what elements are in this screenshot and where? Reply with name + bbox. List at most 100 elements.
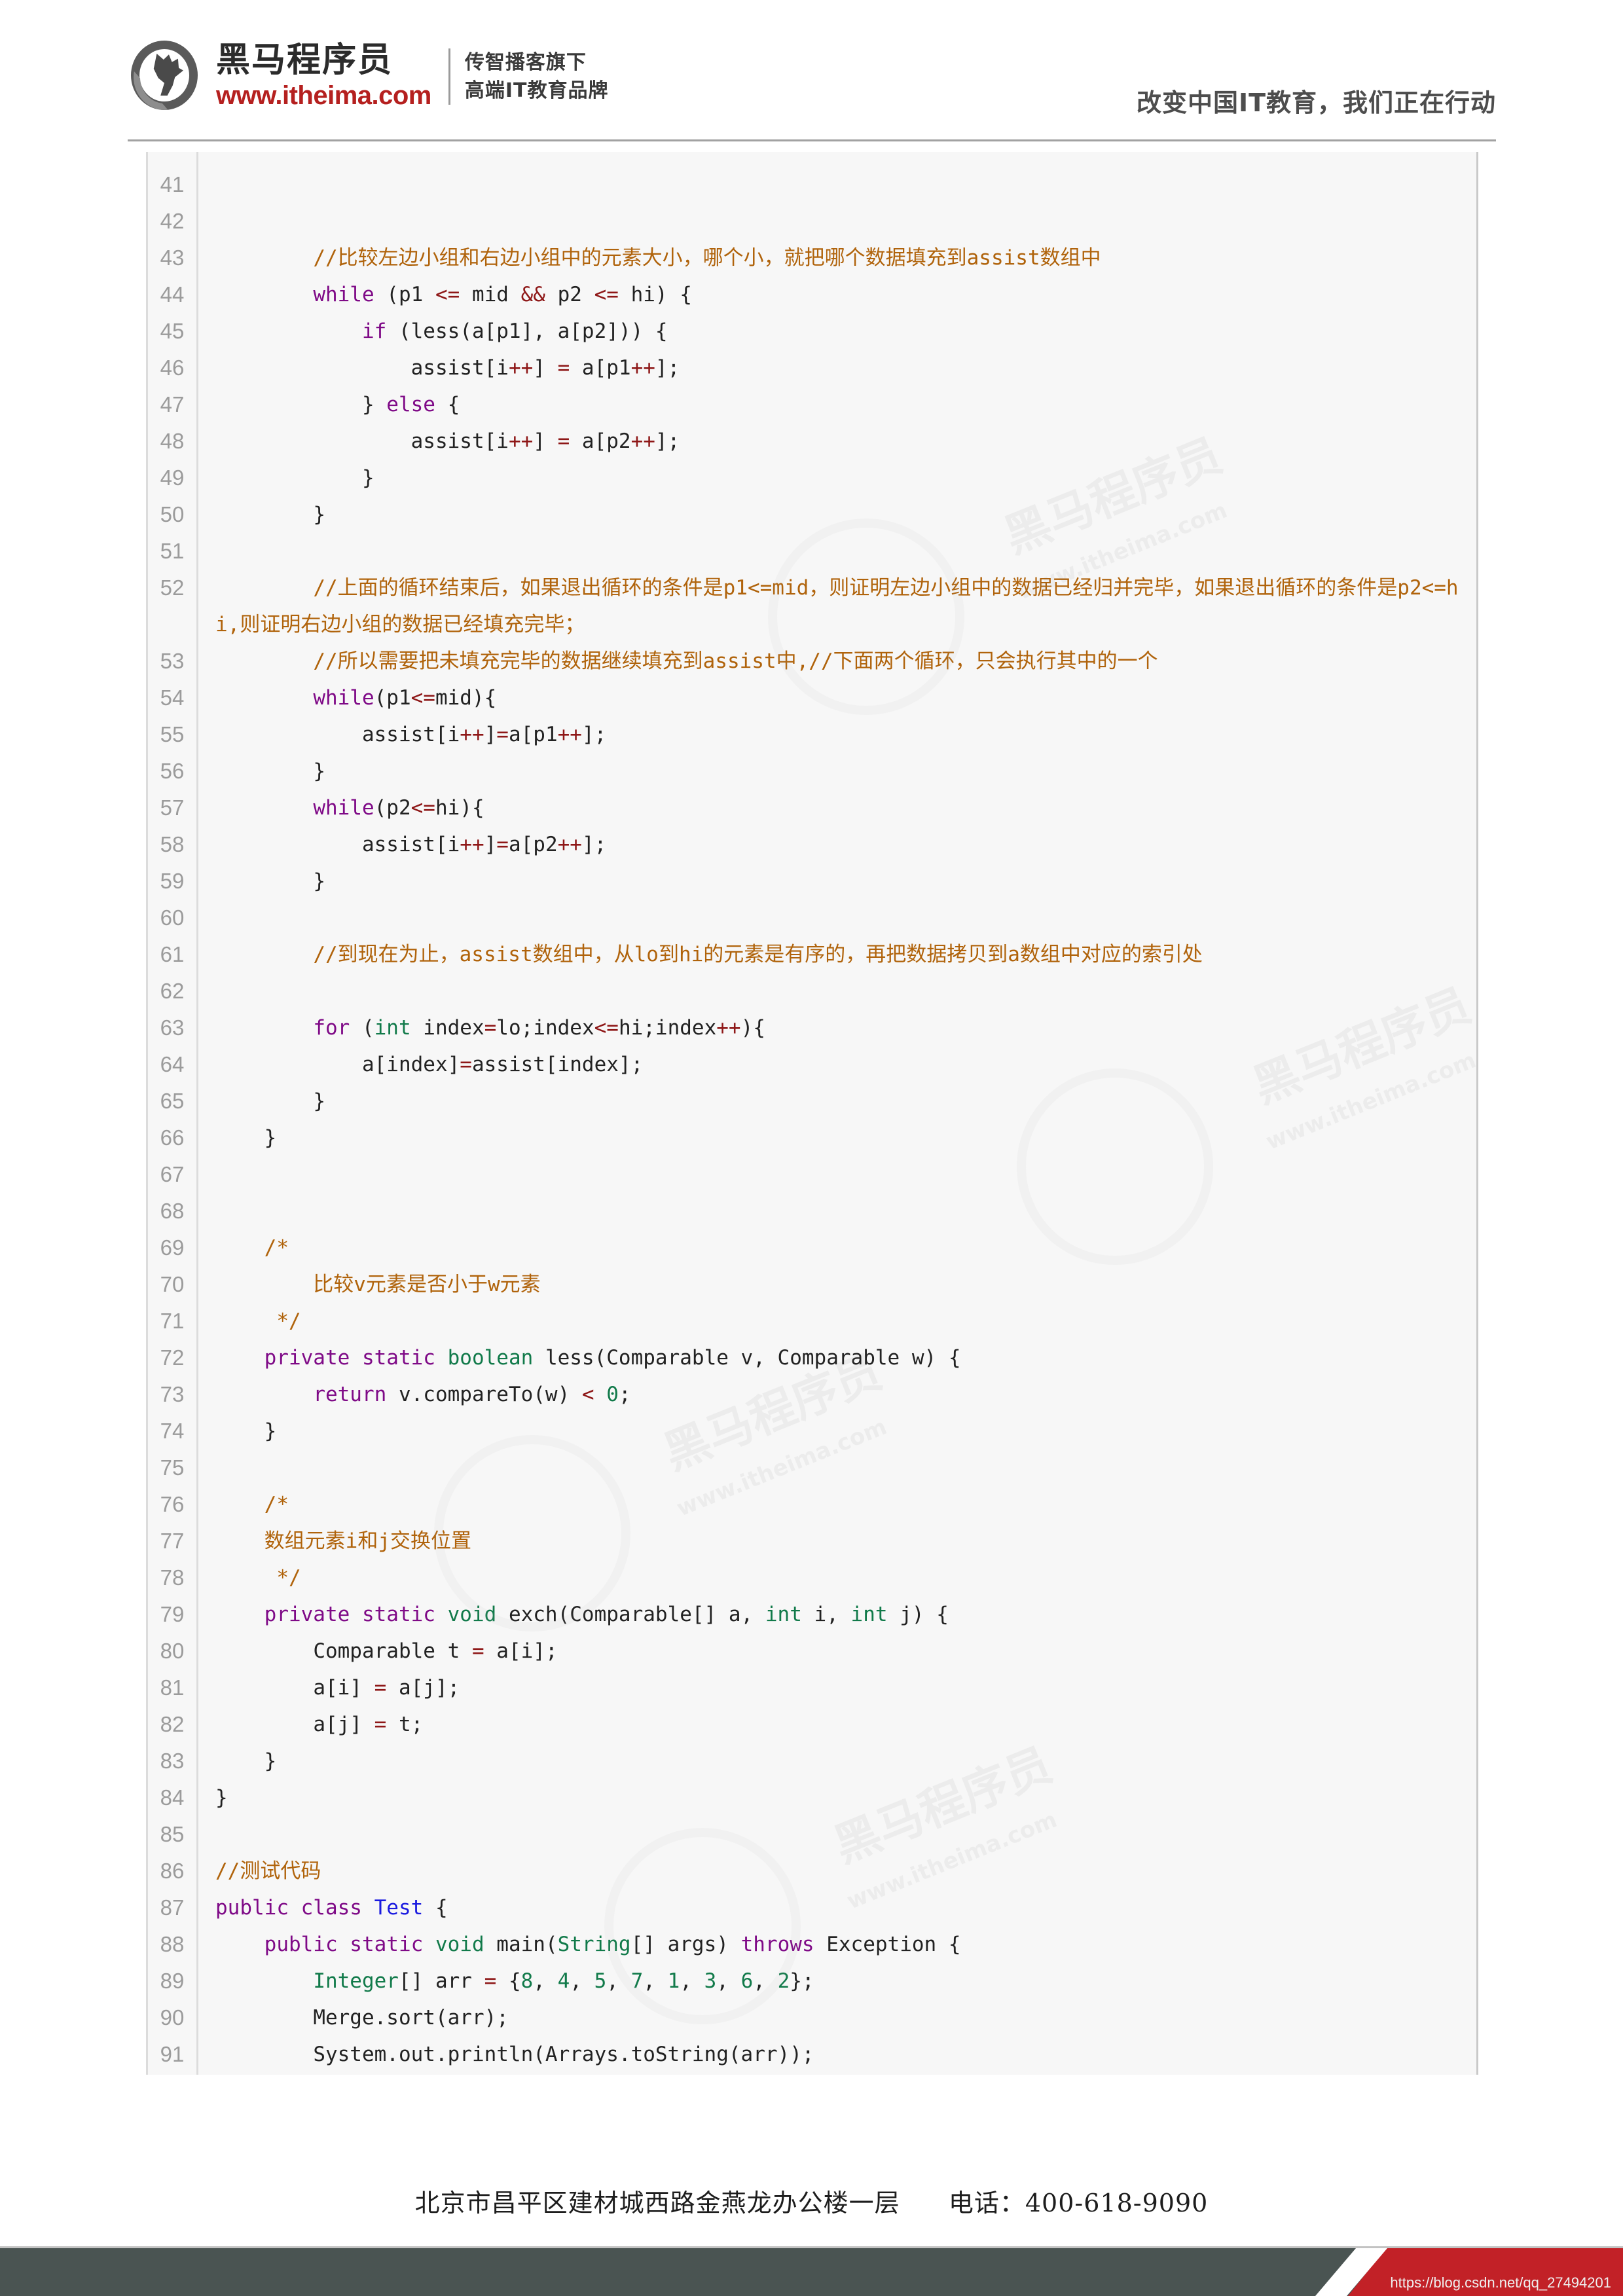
code-line[interactable]: } [215,1743,1476,1779]
code-line[interactable]: a[index]=assist[index]; [215,1046,1476,1083]
code-line[interactable] [215,166,1476,203]
line-number: 91 [160,2042,185,2066]
line-number: 88 [160,1932,185,1956]
code-line[interactable] [215,973,1476,1010]
code-line[interactable]: Merge.sort(arr); [215,1999,1476,2036]
line-number: 62 [160,979,185,1003]
line-number: 70 [160,1272,185,1296]
code-line[interactable]: assist[i++] = a[p1++]; [215,350,1476,386]
code-line[interactable]: if (less(a[p1], a[p2])) { [215,313,1476,350]
code-line[interactable]: } [215,1120,1476,1156]
line-number: 89 [160,1969,185,1993]
line-number: 67 [160,1162,185,1186]
brand-name: 黑马程序员 [216,41,393,81]
line-number: 43 [160,246,185,270]
line-number: 82 [160,1712,185,1736]
line-number: 45 [160,319,185,343]
brand-tagline-line2: 高端IT教育品牌 [464,79,609,102]
code-line[interactable]: /* [215,1486,1476,1523]
source-url: https://blog.csdn.net/qq_27494201 [1390,2274,1611,2291]
code-line[interactable]: public static void main(String[] args) t… [215,1926,1476,1963]
line-number: 81 [160,1675,185,1700]
code-line[interactable]: System.out.println(Arrays.toString(arr))… [215,2036,1476,2073]
footer-phone: 400-618-9090 [1025,2189,1209,2217]
line-number: 58 [160,832,185,856]
code-line[interactable]: Integer[] arr = {8, 4, 5, 7, 1, 3, 6, 2}… [215,1963,1476,1999]
code-line[interactable] [215,1816,1476,1853]
code-line[interactable]: } [215,1083,1476,1120]
code-line[interactable]: while(p2<=hi){ [215,790,1476,826]
line-number: 52 [160,575,185,600]
code-line[interactable]: assist[i++]=a[p2++]; [215,826,1476,863]
footer-phone-label: 电话： [948,2189,1025,2217]
line-number-gutter: 41 42 43 44 45 46 47 48 49 50 51 52 53 54 55 56 57 58 59 60… [146,152,198,2075]
code-line[interactable]: */ [215,1303,1476,1339]
line-number: 85 [160,1822,185,1846]
code-line[interactable]: 数组元素i和j交换位置 [215,1523,1476,1559]
code-line[interactable] [215,1193,1476,1230]
line-number: 87 [160,1895,185,1920]
code-line[interactable]: } else { [215,386,1476,423]
line-number: 64 [160,1052,185,1076]
code-line[interactable]: } [215,460,1476,496]
code-line[interactable]: } [215,753,1476,790]
code-line-spacer [215,2073,1476,2075]
line-number: 61 [160,942,185,966]
code-line[interactable]: } [215,1779,1476,1816]
code-line[interactable]: while(p1<=mid){ [215,680,1476,716]
code-line[interactable]: a[j] = t; [215,1706,1476,1743]
code-line[interactable]: //到现在为止，assist数组中，从lo到hi的元素是有序的，再把数据拷贝到a… [215,936,1476,973]
code-line[interactable]: public class Test { [215,1889,1476,1926]
code-line[interactable]: //所以需要把未填充完毕的数据继续填充到assist中,//下面两个循环，只会执… [215,643,1476,680]
code-line[interactable] [215,900,1476,936]
line-number: 90 [160,2005,185,2030]
code-line[interactable]: } [215,496,1476,533]
code-line[interactable]: private static boolean less(Comparable v… [215,1339,1476,1376]
line-number: 54 [160,685,185,710]
horse-logo-icon [128,38,206,115]
line-number: 68 [160,1199,185,1223]
code-line[interactable]: } [215,1413,1476,1449]
code-line[interactable]: 比较v元素是否小于w元素 [215,1266,1476,1303]
brand-divider [448,48,450,105]
footer-address: 北京市昌平区建材城西路金燕龙办公楼一层 [414,2189,900,2217]
code-line[interactable] [215,203,1476,240]
line-number: 65 [160,1089,185,1113]
code-line[interactable]: private static void exch(Comparable[] a,… [215,1596,1476,1633]
line-number: 53 [160,649,185,673]
line-number: 74 [160,1419,185,1443]
code-line[interactable] [215,1449,1476,1486]
header-divider-rule [128,139,1496,142]
code-line[interactable] [215,533,1476,570]
line-number: 56 [160,759,185,783]
code-line[interactable] [215,1156,1476,1193]
line-number: 60 [160,905,185,930]
code-line[interactable]: while (p1 <= mid && p2 <= hi) { [215,276,1476,313]
line-number: 42 [160,209,185,233]
code-line[interactable]: a[i] = a[j]; [215,1669,1476,1706]
line-number: 48 [160,429,185,453]
line-number: 44 [160,282,185,306]
brand-text: 黑马程序员 www.itheima.com [216,43,431,111]
code-line[interactable]: //测试代码 [215,1853,1476,1889]
code-line[interactable]: //上面的循环结束后，如果退出循环的条件是p1<=mid，则证明左边小组中的数据… [215,570,1476,643]
line-number: 69 [160,1235,185,1260]
footer-bar: https://blog.csdn.net/qq_27494201 [0,2246,1623,2296]
line-number: 49 [160,465,185,490]
code-line[interactable]: } [215,863,1476,900]
code-line[interactable]: */ [215,1559,1476,1596]
line-number: 86 [160,1859,185,1883]
code-line[interactable]: //比较左边小组和右边小组中的元素大小，哪个小，就把哪个数据填充到assist数… [215,240,1476,276]
code-line[interactable]: return v.compareTo(w) < 0; [215,1376,1476,1413]
code-line[interactable]: assist[i++] = a[p2++]; [215,423,1476,460]
code-line[interactable]: /* [215,1230,1476,1266]
line-number: 46 [160,355,185,380]
line-number: 76 [160,1492,185,1516]
code-content[interactable]: 黑马程序员 www.itheima.com 黑马程序员 www.itheima.… [198,152,1476,2075]
brand-logo-block: 黑马程序员 www.itheima.com 传智播客旗下 高端IT教育品牌 [128,38,609,115]
code-line[interactable]: assist[i++]=a[p1++]; [215,716,1476,753]
code-line[interactable]: Comparable t = a[i]; [215,1633,1476,1669]
line-number: 71 [160,1309,185,1333]
code-line[interactable]: for (int index=lo;index<=hi;index++){ [215,1010,1476,1046]
line-number-spacer [148,2073,196,2075]
